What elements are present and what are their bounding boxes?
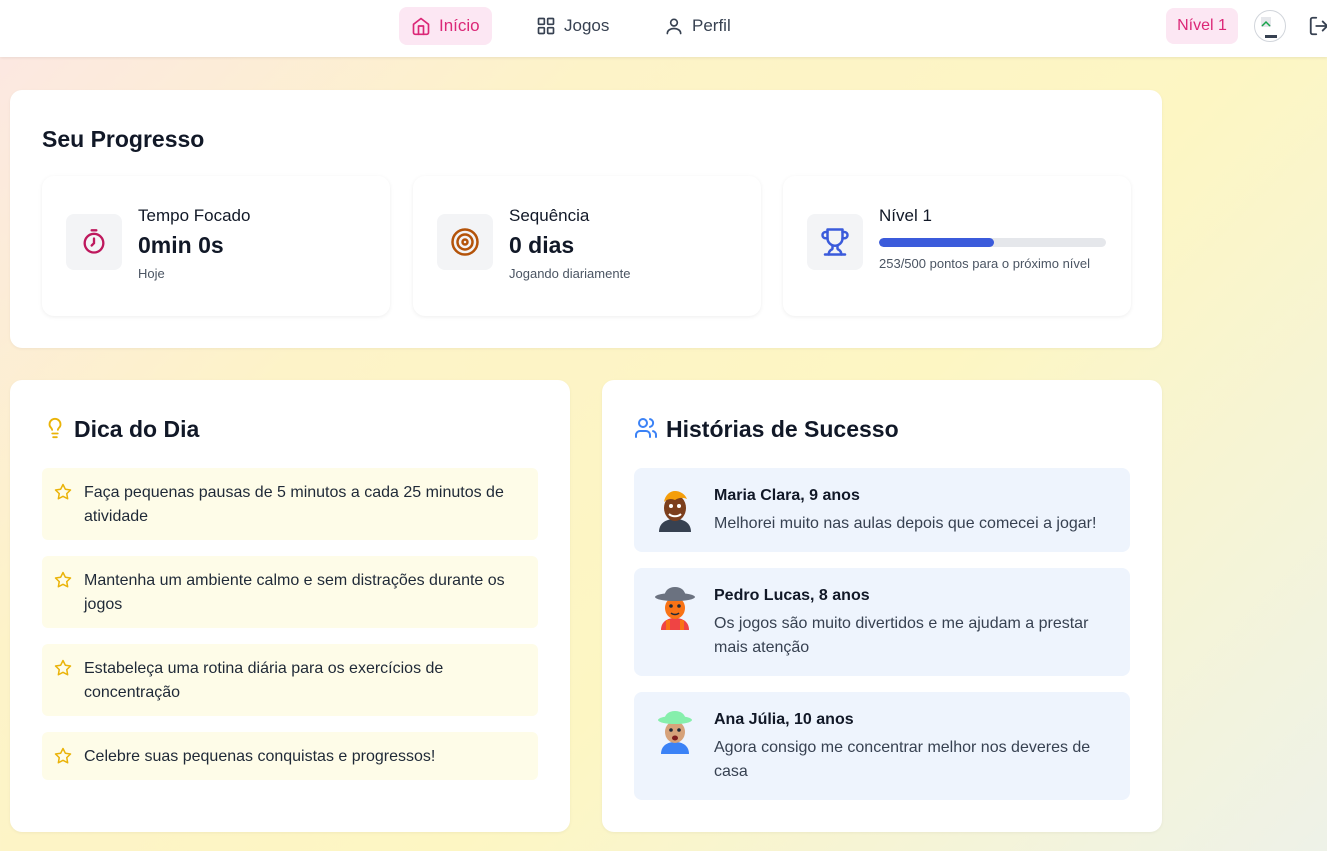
child-avatar-icon [659, 491, 691, 532]
story-text: Os jogos são muito divertidos e me ajuda… [714, 615, 1089, 656]
stopwatch-icon [66, 214, 122, 270]
nav-item-perfil[interactable]: Perfil [652, 7, 743, 45]
story-item: Pedro Lucas, 8 anos Os jogos são muito d… [634, 568, 1130, 676]
tip-text: Celebre suas pequenas conquistas e progr… [84, 748, 436, 765]
star-icon [54, 747, 72, 764]
nav-item-inicio[interactable]: Início [399, 7, 492, 45]
trophy-icon [807, 214, 863, 270]
tip-item: Faça pequenas pausas de 5 minutos a cada… [42, 468, 538, 540]
story-item: Ana Júlia, 10 anos Agora consigo me conc… [634, 692, 1130, 800]
nav-item-label: Jogos [564, 16, 610, 35]
story-name: Ana Júlia, 10 anos [714, 711, 854, 728]
story-text: Melhorei muito nas aulas depois que come… [714, 515, 1097, 532]
tip-item: Estabeleça uma rotina diária para os exe… [42, 644, 538, 716]
story-text: Agora consigo me concentrar melhor nos d… [714, 739, 1091, 780]
progress-card: Seu Progresso Tempo Focado 0min 0s Hoje … [10, 90, 1162, 348]
top-nav: Início Jogos Perfil Nível 1 [0, 0, 1327, 57]
star-icon [54, 571, 72, 588]
avatar-icon[interactable] [1254, 10, 1286, 42]
nav-item-label: Início [439, 16, 480, 35]
child-avatar-icon [658, 711, 692, 754]
stat-label: Nível 1 [879, 206, 932, 225]
level-stat: Nível 1 253/500 pontos para o próximo ní… [783, 176, 1131, 316]
target-icon [437, 214, 493, 270]
nav-item-label: Perfil [692, 16, 731, 35]
user-icon [666, 18, 682, 35]
child-avatar-icon [655, 587, 695, 630]
tip-text: Faça pequenas pausas de 5 minutos a cada… [84, 484, 504, 525]
stories-card: Histórias de Sucesso Maria Clara, 9 anos… [602, 380, 1162, 832]
stat-sub: Hoje [138, 266, 165, 281]
lightbulb-icon [48, 418, 62, 439]
stat-value: 0min 0s [138, 232, 224, 258]
stories-title: Histórias de Sucesso [666, 416, 899, 442]
level-badge[interactable]: Nível 1 [1166, 8, 1238, 44]
progress-title: Seu Progresso [42, 126, 205, 152]
tips-title: Dica do Dia [74, 416, 200, 442]
level-progress-fill [879, 238, 994, 247]
star-icon [54, 659, 72, 676]
stat-sub: Jogando diariamente [509, 266, 631, 281]
users-icon [635, 418, 658, 438]
stat-label: Sequência [509, 206, 590, 225]
star-icon [54, 483, 72, 500]
story-item: Maria Clara, 9 anos Melhorei muito nas a… [634, 468, 1130, 552]
story-name: Maria Clara, 9 anos [714, 487, 860, 504]
stat-sub: 253/500 pontos para o próximo nível [879, 256, 1091, 271]
grid-icon [537, 17, 555, 35]
nav-item-jogos[interactable]: Jogos [524, 7, 621, 45]
stat-value: 0 dias [509, 232, 575, 258]
level-progress-bar [879, 238, 1106, 247]
focus-time-stat: Tempo Focado 0min 0s Hoje [42, 176, 390, 316]
tip-item: Mantenha um ambiente calmo e sem distraç… [42, 556, 538, 628]
home-icon [412, 17, 430, 36]
story-name: Pedro Lucas, 8 anos [714, 587, 870, 604]
streak-stat: Sequência 0 dias Jogando diariamente [413, 176, 761, 316]
tip-text: Mantenha um ambiente calmo e sem distraç… [84, 572, 505, 613]
tip-item: Celebre suas pequenas conquistas e progr… [42, 732, 538, 780]
tips-card: Dica do Dia Faça pequenas pausas de 5 mi… [10, 380, 570, 832]
stat-label: Tempo Focado [138, 206, 251, 225]
tip-text: Estabeleça uma rotina diária para os exe… [84, 660, 444, 701]
logout-icon[interactable] [1308, 15, 1327, 37]
